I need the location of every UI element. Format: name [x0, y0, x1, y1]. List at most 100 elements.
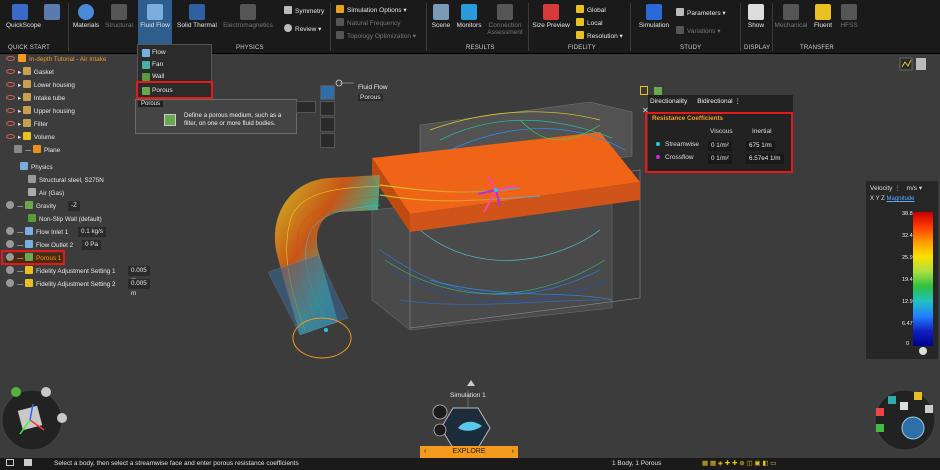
gravity-value[interactable]: -Z: [68, 201, 80, 211]
connection-assessment-button[interactable]: Connection Assessment: [486, 2, 524, 36]
pin-icon[interactable]: [640, 86, 648, 95]
variations-button[interactable]: Variations ▾: [676, 26, 721, 35]
visibility-icon[interactable]: [6, 134, 15, 139]
visibility-icon[interactable]: [6, 56, 15, 61]
directionality-select[interactable]: Bidirectional: [697, 98, 732, 105]
more-icon[interactable]: ⋮: [734, 98, 741, 105]
wheel-tool-a-icon[interactable]: [888, 396, 896, 404]
fluent-button[interactable]: Fluent: [810, 2, 836, 29]
fidelity-1-value[interactable]: 0.005 m: [128, 266, 150, 284]
tree-wall-default[interactable]: Non-Slip Wall (default): [28, 214, 102, 225]
menu-item-flow[interactable]: Flow: [140, 47, 210, 59]
flow-outlet-value[interactable]: 0 Pa: [82, 240, 101, 250]
tree-material-air[interactable]: Air (Gas): [28, 188, 64, 199]
step-counter-icon[interactable]: [432, 404, 448, 420]
explore-next-icon[interactable]: ›: [512, 446, 514, 458]
cursor-select-icon[interactable]: [320, 85, 335, 100]
wheel-tool-f-icon[interactable]: [925, 405, 933, 413]
explore-button[interactable]: ‹ EXPLORE ›: [420, 446, 518, 458]
tree-item-gasket[interactable]: ▸ Gasket: [6, 67, 54, 78]
streamwise-viscous-input[interactable]: 0 1/m²: [708, 141, 732, 151]
box-select-icon[interactable]: [320, 101, 335, 116]
toggle-icon[interactable]: [6, 240, 14, 248]
scene-button[interactable]: Scene: [430, 2, 452, 29]
flow-inlet-value[interactable]: 0.1 kg/s: [78, 227, 107, 237]
visibility-icon[interactable]: [6, 108, 15, 113]
global-button[interactable]: Global: [576, 5, 606, 14]
solid-thermal-button[interactable]: Solid Thermal: [176, 2, 218, 29]
parameters-button[interactable]: Parameters ▾: [676, 8, 726, 17]
body-picker-icon[interactable]: [296, 101, 316, 113]
fidelity-2-value[interactable]: 0.005 m: [128, 279, 150, 297]
tree-root[interactable]: In-depth Tutorial - Air Intake: [6, 54, 106, 65]
hfss-button[interactable]: HFSS: [838, 2, 860, 29]
natural-frequency-button[interactable]: Natural Frequency: [336, 18, 400, 27]
crossflow-viscous-input[interactable]: 0 1/m²: [708, 154, 732, 164]
legend-y[interactable]: Y: [876, 196, 880, 202]
tree-fidelity-1[interactable]: — Fidelity Adjustment Setting 1: [6, 266, 116, 277]
visibility-icon[interactable]: [6, 82, 15, 87]
wheel-tool-e-icon[interactable]: [914, 392, 922, 400]
legend-z[interactable]: Z: [881, 196, 885, 202]
wheel-tool-d-icon[interactable]: [900, 402, 908, 410]
review-button[interactable]: Review ▾: [284, 24, 321, 33]
streamwise-inertial-input[interactable]: 675 1/m: [746, 141, 775, 151]
structural-button[interactable]: Structural: [104, 2, 134, 29]
confirm-check-icon[interactable]: [320, 133, 335, 148]
legend-magnitude[interactable]: Magnitude: [887, 196, 915, 202]
toggle-icon[interactable]: [6, 266, 14, 274]
legend-menu-icon[interactable]: ⋮: [894, 185, 901, 192]
message-icon[interactable]: [23, 459, 32, 466]
toggle-icon[interactable]: [6, 227, 14, 235]
select-mode-icon[interactable]: [11, 387, 21, 397]
tree-item-filter[interactable]: ▸ Filter: [6, 119, 48, 130]
legend-unit-select[interactable]: m/s: [907, 185, 917, 192]
visibility-icon[interactable]: [6, 95, 15, 100]
menu-item-fan[interactable]: Fan: [140, 59, 210, 71]
status-tool-icons[interactable]: ▦ ▦ ◈ ✚ ✚ ⊕ ◫ ▣ ◧ ▭: [702, 458, 776, 470]
simulation-options-button[interactable]: Simulation Options ▾: [336, 5, 407, 14]
direction-pick-icon[interactable]: [320, 117, 335, 132]
zoom-icon[interactable]: [57, 413, 67, 423]
tree-item-intake-tube[interactable]: ▸ Intake tube: [6, 93, 65, 104]
mechanical-button[interactable]: Mechanical: [774, 2, 808, 29]
tree-gravity[interactable]: — Gravity: [6, 201, 56, 212]
topology-optimization-button[interactable]: Topology Optimization ▾: [336, 31, 416, 40]
tree-item-plane[interactable]: — Plane: [14, 145, 60, 156]
tree-item-volume[interactable]: ▸ Volume: [6, 132, 55, 143]
tree-item-lower-housing[interactable]: ▸ Lower housing: [6, 80, 75, 91]
size-preview-button[interactable]: Size Preview: [532, 2, 570, 29]
wheel-tool-c-icon[interactable]: [876, 424, 884, 432]
toggle-icon[interactable]: [6, 201, 14, 209]
view-mode-icon[interactable]: [41, 387, 51, 397]
step-back-icon[interactable]: [433, 423, 447, 437]
explore-prev-icon[interactable]: ‹: [424, 446, 426, 458]
crossflow-inertial-input[interactable]: 6.57e4 1/m: [746, 154, 784, 164]
materials-button[interactable]: Materials: [72, 2, 100, 29]
tree-fidelity-2[interactable]: — Fidelity Adjustment Setting 2: [6, 279, 116, 290]
rotate-center-icon[interactable]: [901, 416, 925, 440]
visibility-icon[interactable]: [6, 121, 15, 126]
legend-x[interactable]: X: [870, 196, 874, 202]
visibility-icon[interactable]: [6, 69, 15, 74]
tree-flow-inlet[interactable]: — Flow Inlet 1: [6, 227, 68, 238]
resolution-button[interactable]: Resolution ▾: [576, 31, 623, 40]
notes-icon[interactable]: [6, 459, 14, 466]
quickscope-button[interactable]: QuickScope: [6, 2, 41, 29]
fluid-flow-button[interactable]: Fluid Flow: [138, 0, 172, 44]
simulation-button[interactable]: Simulation: [636, 2, 672, 29]
electromagnetics-button[interactable]: Electromagnetics: [222, 2, 274, 29]
expand-up-icon[interactable]: [467, 380, 475, 386]
legend-settings-icon[interactable]: [919, 347, 927, 355]
tree-material-steel[interactable]: Structural steel, S275N: [28, 175, 104, 186]
monitors-button[interactable]: Monitors: [454, 2, 484, 29]
wheel-tool-b-icon[interactable]: [876, 408, 884, 416]
local-button[interactable]: Local: [576, 18, 603, 27]
view-button[interactable]: [41, 2, 63, 22]
panel-toggle-icon[interactable]: [916, 58, 926, 70]
tree-item-upper-housing[interactable]: ▸ Upper housing: [6, 106, 75, 117]
toggle-icon[interactable]: [6, 279, 14, 287]
show-button[interactable]: Show: [744, 2, 768, 29]
tree-physics[interactable]: Physics: [20, 162, 53, 173]
symmetry-button[interactable]: Symmetry: [284, 6, 324, 15]
